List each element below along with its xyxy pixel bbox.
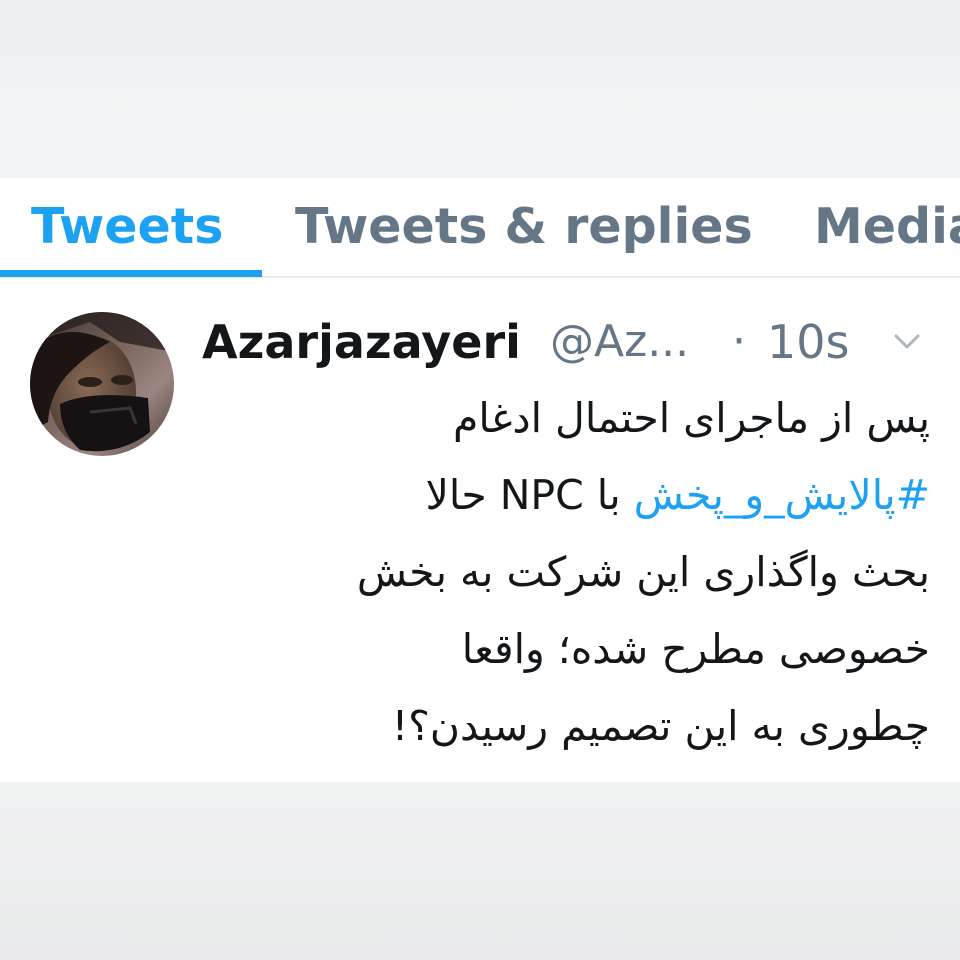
active-tab-indicator [0,270,262,277]
avatar-image [30,312,174,456]
tab-tweets-and-replies[interactable]: Tweets & replies [295,192,753,262]
hashtag-link[interactable]: #پالایش_و_پخش [634,471,930,519]
header-separator: · [732,316,746,367]
tweet-timestamp[interactable]: 10s [767,312,850,372]
profile-timeline-card: Tweets Tweets & replies Medi a [0,178,960,782]
tweet-header: Azarjazayeri @Az... · 10s [202,312,942,372]
tab-tweets[interactable]: Tweets [31,192,223,262]
author-name[interactable]: Azarjazayeri [202,312,521,372]
tab-media[interactable]: Media [814,192,960,262]
avatar[interactable] [30,312,174,456]
tweet-text-line: #پالایش_و_پخش با NPC حالا [200,457,930,534]
tweet-text-line: پس از ماجرای احتمال ادغام [453,394,930,442]
author-handle[interactable]: @Az... [550,312,689,372]
chevron-down-icon[interactable] [892,330,922,354]
tweet-text-line: بحث واگذاری این شرکت به بخش [356,548,930,596]
tweet-text-line: خصوصی مطرح شده؛ واقعا [461,625,930,673]
tweet-text: پس از ماجرای احتمال ادغام #پالایش_و_پخش … [200,380,930,765]
tweet-text-line: چطوری به این تصمیم رسیدن؟! [391,702,930,750]
tweet-text-fragment: با NPC حالا [425,471,634,519]
profile-tabs: Tweets Tweets & replies Media [0,178,960,278]
